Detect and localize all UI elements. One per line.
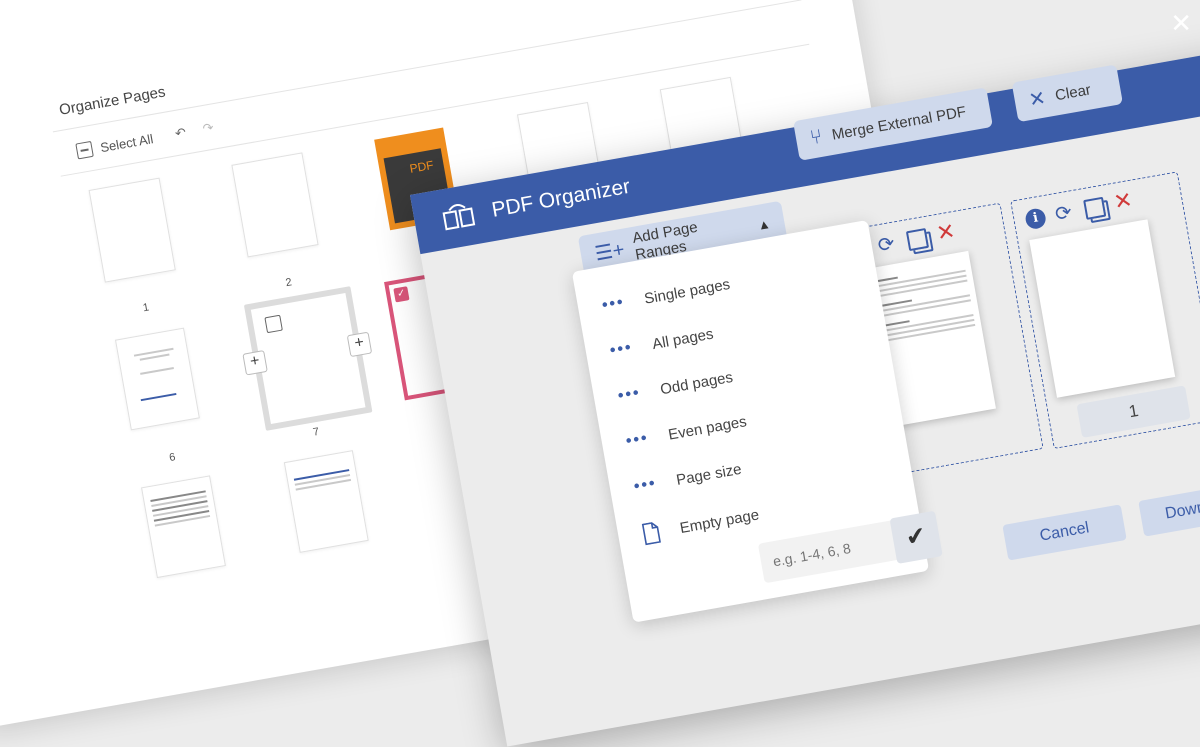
- chevron-up-icon: ▲: [756, 215, 772, 233]
- list-add-icon: ☰+: [593, 238, 627, 266]
- menu-item-label: Page size: [674, 460, 743, 489]
- menu-item-label: Single pages: [642, 275, 732, 308]
- dots-icon: •••: [608, 338, 635, 360]
- dots-icon: •••: [600, 293, 627, 315]
- checkmark-icon: ✔: [903, 521, 929, 552]
- page-ranges-dropdown: ••• Single pages ••• All pages ••• Odd p…: [571, 219, 943, 623]
- dots-icon: •••: [624, 429, 651, 451]
- page-number: 7: [312, 425, 321, 439]
- page-thumbnail[interactable]: [114, 327, 200, 431]
- page-thumbnail[interactable]: [88, 177, 176, 283]
- menu-item-single-pages[interactable]: ••• Single pages: [601, 275, 732, 315]
- page-number: 6: [168, 451, 177, 465]
- menu-item-label: Odd pages: [658, 368, 735, 398]
- selected-checkbox[interactable]: ✓: [393, 286, 410, 303]
- menu-item-empty-page[interactable]: Empty page: [641, 503, 761, 546]
- menu-item-label: Even pages: [666, 412, 748, 444]
- menu-item-page-size[interactable]: ••• Page size: [633, 460, 743, 497]
- confirm-range-button[interactable]: ✔: [889, 510, 943, 564]
- download-button[interactable]: Download: [1138, 480, 1200, 537]
- dots-icon: •••: [616, 384, 643, 405]
- duplicate-icon[interactable]: [905, 227, 930, 252]
- menu-item-even-pages[interactable]: ••• Even pages: [625, 412, 748, 451]
- pdf-organizer-logo-icon: [442, 203, 476, 231]
- close-icon: ✕: [1027, 86, 1048, 112]
- page-checkbox[interactable]: [264, 314, 283, 334]
- rotate-icon[interactable]: ⟳: [876, 233, 896, 258]
- window-close-icon[interactable]: ✕: [1170, 8, 1192, 39]
- menu-item-label: Empty page: [678, 505, 761, 537]
- rotate-icon[interactable]: ⟳: [1053, 202, 1073, 227]
- menu-item-all-pages[interactable]: ••• All pages: [609, 325, 715, 361]
- page-number: 1: [141, 301, 151, 315]
- duplicate-icon[interactable]: [1083, 196, 1107, 220]
- empty-page-icon: [641, 522, 661, 546]
- page-number: 2: [284, 276, 293, 290]
- delete-icon[interactable]: ✕: [1112, 187, 1134, 215]
- menu-item-odd-pages[interactable]: ••• Odd pages: [617, 368, 735, 406]
- insert-before-button[interactable]: +: [242, 350, 268, 376]
- page-thumbnail[interactable]: [141, 475, 226, 579]
- cancel-button[interactable]: Cancel: [1002, 504, 1127, 561]
- clear-label: Clear: [1053, 80, 1093, 104]
- page-thumbnail[interactable]: [283, 450, 369, 553]
- page-thumbnail[interactable]: [231, 152, 319, 258]
- menu-item-label: All pages: [650, 325, 715, 353]
- insert-after-button[interactable]: +: [346, 331, 373, 358]
- dots-icon: •••: [632, 474, 659, 496]
- delete-icon[interactable]: ✕: [935, 218, 957, 246]
- organizer-title: PDF Organizer: [489, 174, 632, 222]
- merge-icon: ⑂: [808, 125, 824, 149]
- select-all-checkbox[interactable]: [75, 140, 94, 160]
